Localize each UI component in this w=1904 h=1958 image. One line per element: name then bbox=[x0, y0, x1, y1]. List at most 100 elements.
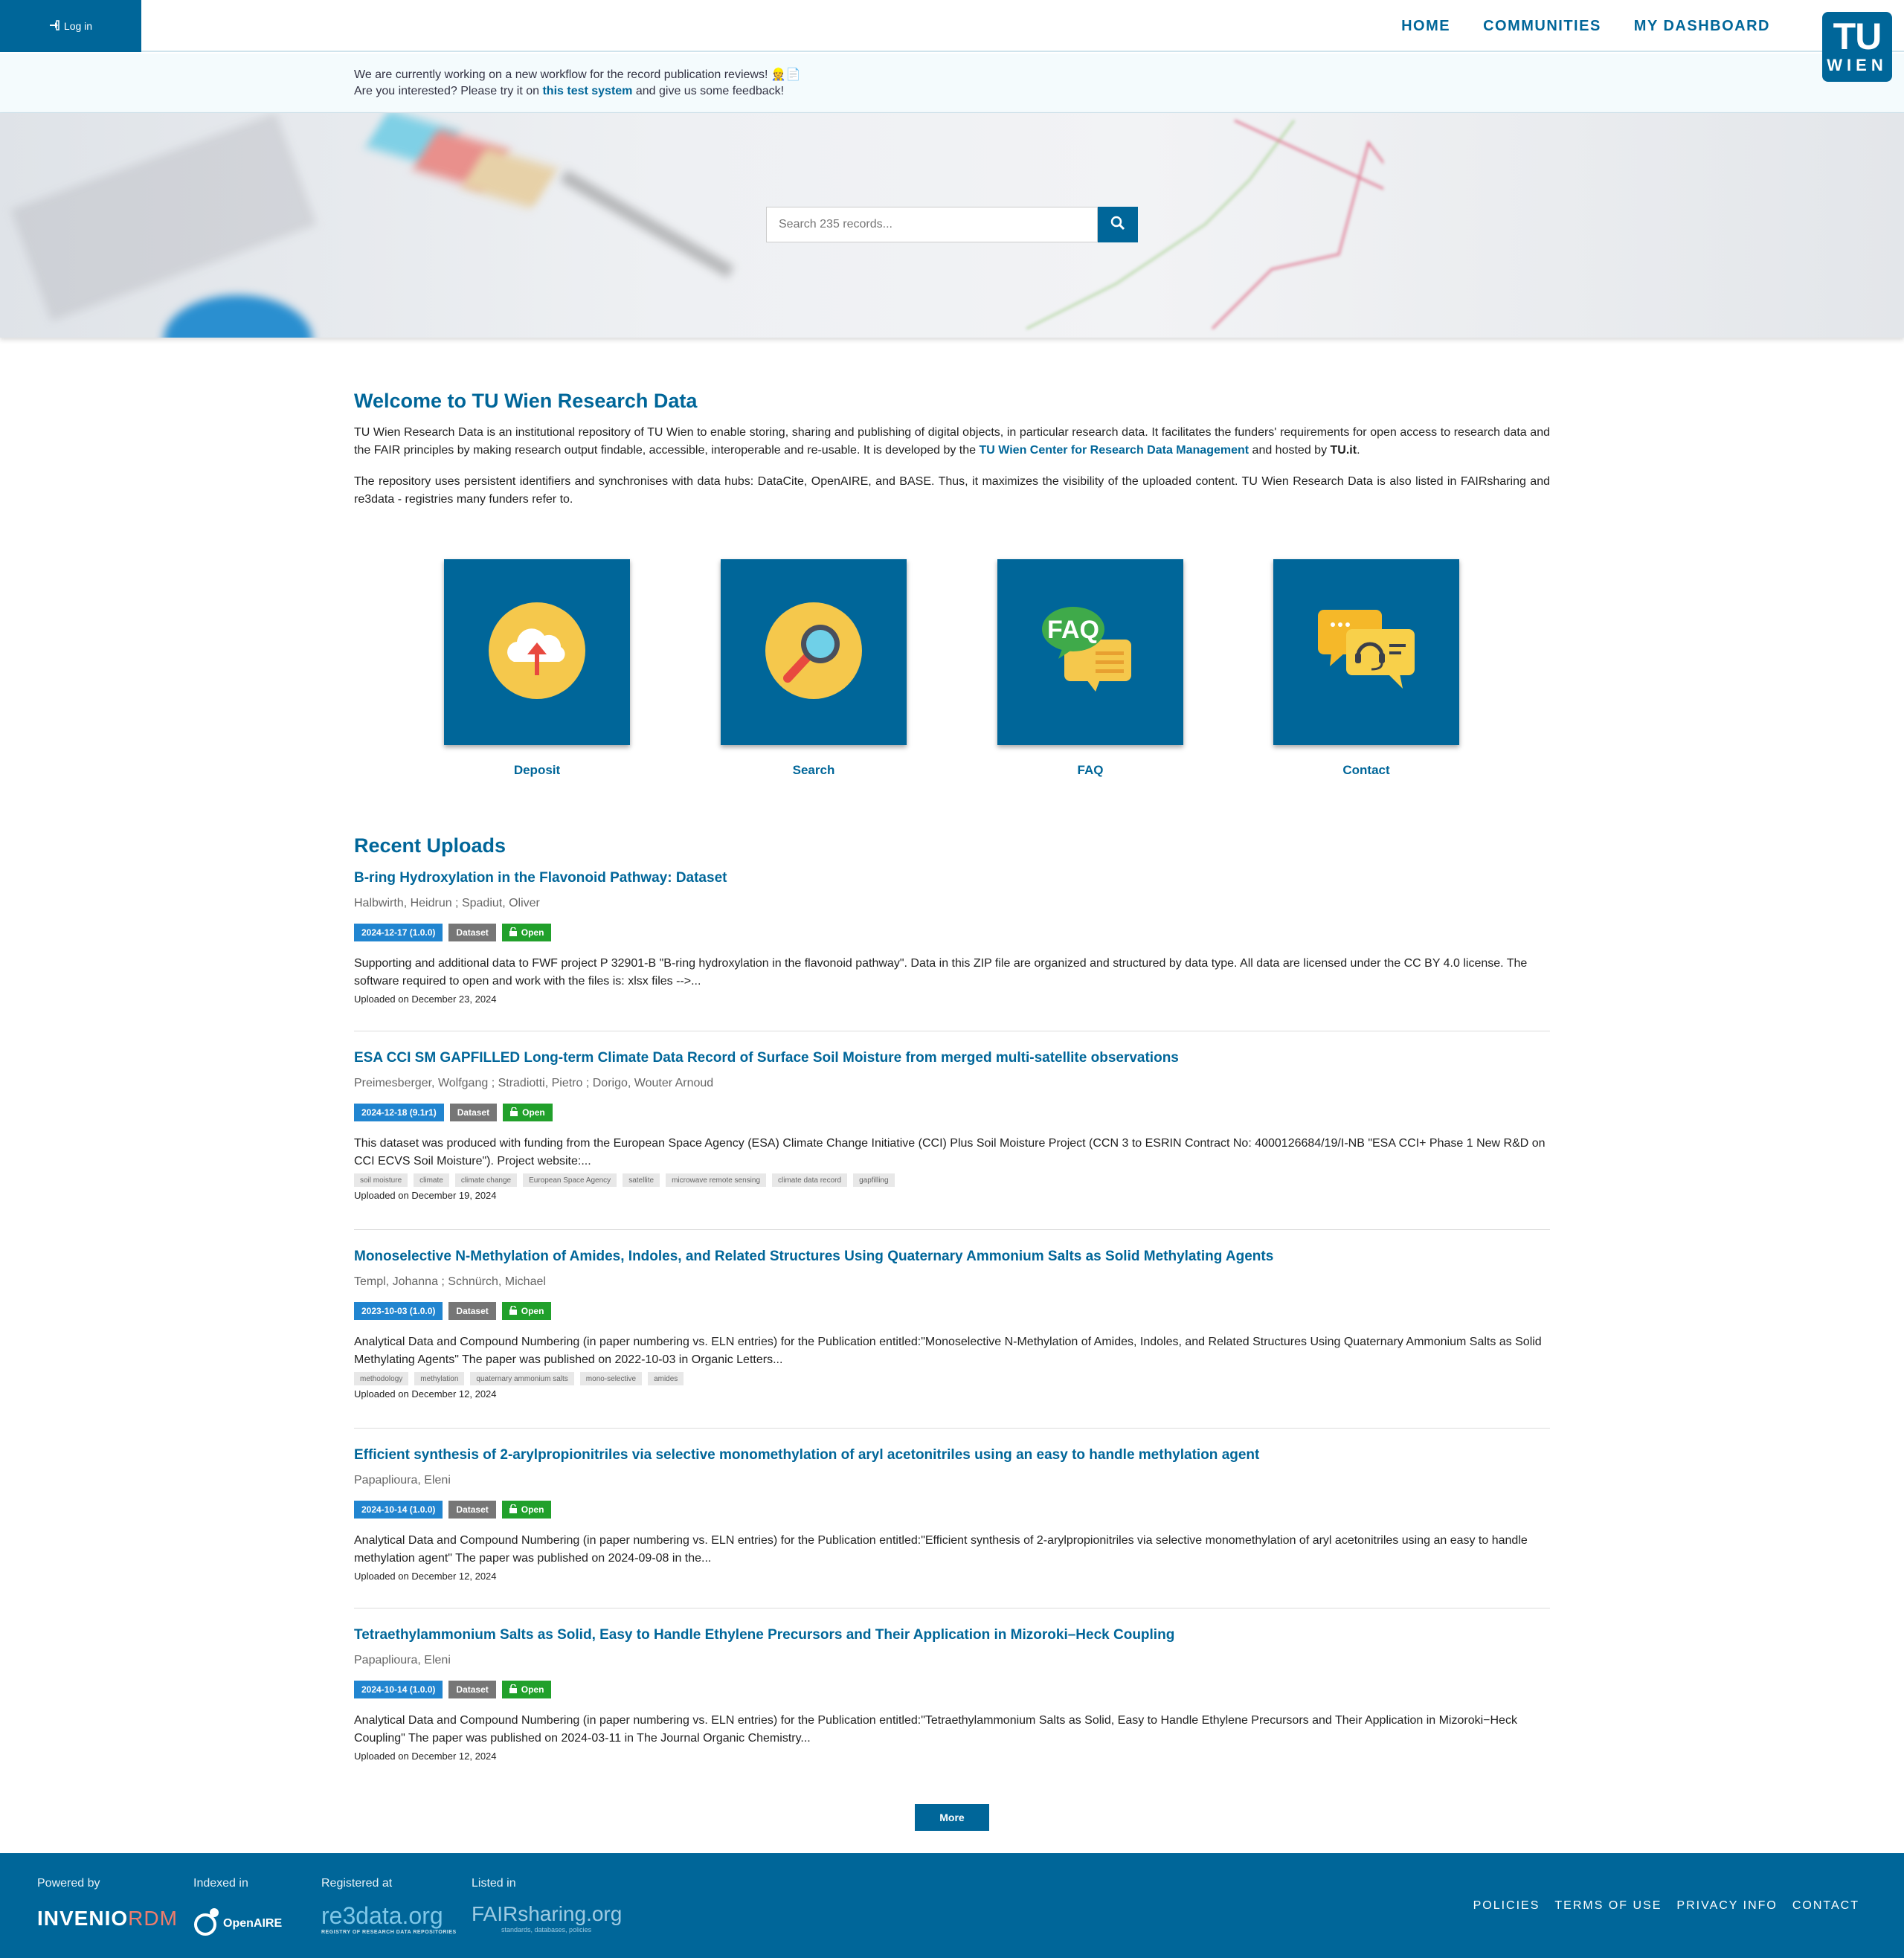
record-title[interactable]: Monoselective N-Methylation of Amides, I… bbox=[354, 1247, 1550, 1266]
nav-home[interactable]: HOME bbox=[1401, 18, 1450, 35]
keyword-tag[interactable]: methylation bbox=[414, 1372, 465, 1385]
record-authors: Preimesberger, Wolfgang ; Stradiotti, Pi… bbox=[354, 1077, 714, 1089]
welcome-p1-text-2: and hosted by bbox=[1249, 444, 1331, 457]
magnifier-icon bbox=[765, 602, 862, 703]
footer: Powered by INVENIORDM Indexed in OpenAIR… bbox=[0, 1853, 1904, 1958]
fairsharing-subtitle: standards, databases, policies bbox=[501, 1926, 592, 1933]
record-title[interactable]: Efficient synthesis of 2-arylpropionitri… bbox=[354, 1446, 1550, 1465]
main-nav: HOME COMMUNITIES MY DASHBOARD bbox=[1401, 0, 1770, 52]
indexed-in-caption: Indexed in bbox=[193, 1877, 248, 1890]
publication-date-badge: 2024-10-14 (1.0.0) bbox=[354, 1501, 443, 1519]
access-badge: Open bbox=[501, 1302, 552, 1320]
keyword-tag[interactable]: quaternary ammonium salts bbox=[470, 1372, 574, 1385]
tile-deposit[interactable] bbox=[444, 559, 630, 745]
keyword-tag[interactable]: methodology bbox=[354, 1372, 409, 1385]
access-label: Open bbox=[521, 927, 544, 938]
re3data-subtitle: REGISTRY OF RESEARCH DATA REPOSITORIES bbox=[321, 1930, 457, 1935]
tile-label-contact[interactable]: Contact bbox=[1273, 763, 1459, 778]
announcement-banner: We are currently working on a new workfl… bbox=[0, 54, 1904, 113]
hero-decor bbox=[559, 170, 735, 278]
tile-label-faq[interactable]: FAQ bbox=[997, 763, 1183, 778]
access-label: Open bbox=[521, 1306, 544, 1316]
search-button[interactable] bbox=[1098, 207, 1138, 242]
nav-communities[interactable]: COMMUNITIES bbox=[1483, 18, 1601, 35]
welcome-title: Welcome to TU Wien Research Data bbox=[354, 390, 698, 412]
tile-label-deposit[interactable]: Deposit bbox=[444, 763, 630, 778]
login-label: Log in bbox=[63, 20, 93, 32]
login-icon bbox=[49, 19, 60, 33]
keyword-tag[interactable]: mono-selective bbox=[579, 1372, 643, 1385]
fairsharing-logo[interactable]: FAIRsharing.org standards, databases, po… bbox=[472, 1902, 622, 1933]
re3data-logo[interactable]: re3data.org REGISTRY OF RESEARCH DATA RE… bbox=[321, 1902, 457, 1935]
access-badge: Open bbox=[503, 1104, 553, 1121]
welcome-paragraph-2: The repository uses persistent identifie… bbox=[354, 475, 1550, 506]
tu-wien-logo[interactable]: TU WIEN bbox=[1822, 12, 1892, 82]
resource-type-badge: Dataset bbox=[448, 924, 496, 941]
keyword-tag[interactable]: satellite bbox=[623, 1173, 660, 1187]
keyword-tag[interactable]: climate change bbox=[454, 1173, 518, 1187]
announcement-line-2: Are you interested? Please try it on thi… bbox=[354, 85, 784, 98]
keyword-tag[interactable]: gapfilling bbox=[853, 1173, 895, 1187]
record-keywords: methodology methylation quaternary ammoniu… bbox=[354, 1372, 1550, 1385]
footer-link-policies[interactable]: POLICIES bbox=[1473, 1899, 1540, 1913]
keyword-tag[interactable]: soil moisture bbox=[354, 1173, 408, 1187]
footer-link-contact[interactable]: CONTACT bbox=[1792, 1899, 1859, 1913]
footer-link-privacy[interactable]: PRIVACY INFO bbox=[1676, 1899, 1777, 1913]
tile-label-search[interactable]: Search bbox=[721, 763, 907, 778]
welcome-p1-text: TU Wien Research Data is an institutiona… bbox=[354, 426, 1550, 457]
record-item: Efficient synthesis of 2-arylpropionitri… bbox=[354, 1446, 1550, 1582]
record-authors: Papaplioura, Eleni bbox=[354, 1654, 451, 1666]
unlock-icon bbox=[509, 1683, 517, 1695]
registered-at-caption: Registered at bbox=[321, 1877, 393, 1890]
publication-date-badge: 2024-12-17 (1.0.0) bbox=[354, 924, 443, 941]
footer-listed-in: Listed in FAIRsharing.org standards, dat… bbox=[472, 1877, 622, 1933]
record-upload-date: Uploaded on December 19, 2024 bbox=[354, 1190, 497, 1201]
record-description: Analytical Data and Compound Numbering (… bbox=[354, 1336, 1542, 1366]
record-authors: Papaplioura, Eleni bbox=[354, 1474, 451, 1487]
search-input[interactable] bbox=[766, 207, 1098, 242]
record-item: Monoselective N-Methylation of Amides, I… bbox=[354, 1247, 1550, 1400]
more-button[interactable]: More bbox=[915, 1804, 989, 1831]
keyword-tag[interactable]: European Space Agency bbox=[523, 1173, 617, 1187]
tile-search[interactable] bbox=[721, 559, 907, 745]
faq-icon: FAQ bbox=[1042, 602, 1139, 703]
inveniordm-logo[interactable]: INVENIORDM bbox=[37, 1907, 178, 1930]
logo-top-text: TU bbox=[1833, 16, 1882, 57]
record-title[interactable]: ESA CCI SM GAPFILLED Long-term Climate D… bbox=[354, 1049, 1550, 1068]
nav-my-dashboard[interactable]: MY DASHBOARD bbox=[1634, 18, 1770, 35]
keyword-tag[interactable]: amides bbox=[648, 1372, 684, 1385]
top-navbar: Log in HOME COMMUNITIES MY DASHBOARD bbox=[0, 0, 1904, 52]
record-upload-date: Uploaded on December 12, 2024 bbox=[354, 1571, 497, 1582]
login-button[interactable]: Log in bbox=[0, 0, 141, 52]
announcement-line-1: We are currently working on a new workfl… bbox=[354, 68, 801, 81]
record-keywords: soil moisture climate climate change Europe… bbox=[354, 1173, 1550, 1187]
keyword-tag[interactable]: microwave remote sensing bbox=[666, 1173, 767, 1187]
record-authors: Templ, Johanna ; Schnürch, Michael bbox=[354, 1275, 546, 1288]
hero-decor bbox=[10, 113, 317, 322]
record-title[interactable]: Tetraethylammonium Salts as Solid, Easy … bbox=[354, 1626, 1550, 1645]
faq-icon-text: FAQ bbox=[1047, 616, 1099, 644]
record-description: Analytical Data and Compound Numbering (… bbox=[354, 1534, 1528, 1565]
support-chat-icon bbox=[1318, 602, 1415, 703]
unlock-icon bbox=[509, 926, 517, 938]
listed-in-caption: Listed in bbox=[472, 1877, 516, 1890]
search-icon bbox=[1110, 216, 1125, 234]
record-item: Tetraethylammonium Salts as Solid, Easy … bbox=[354, 1626, 1550, 1762]
keyword-tag[interactable]: climate bbox=[414, 1173, 449, 1187]
publication-date-badge: 2024-12-18 (9.1r1) bbox=[354, 1104, 444, 1121]
crdm-link[interactable]: TU Wien Center for Research Data Managem… bbox=[979, 444, 1249, 457]
footer-link-terms[interactable]: TERMS OF USE bbox=[1554, 1899, 1662, 1913]
test-system-link[interactable]: this test system bbox=[542, 85, 632, 97]
tile-faq[interactable]: FAQ bbox=[997, 559, 1183, 745]
record-divider bbox=[354, 1428, 1550, 1429]
resource-type-badge: Dataset bbox=[448, 1302, 496, 1320]
record-badges: 2024-10-14 (1.0.0) Dataset Open bbox=[354, 1501, 1550, 1519]
keyword-tag[interactable]: climate data record bbox=[772, 1173, 848, 1187]
welcome-paragraph-1: TU Wien Research Data is an institutiona… bbox=[354, 424, 1550, 460]
access-label: Open bbox=[522, 1107, 545, 1118]
tile-contact[interactable] bbox=[1273, 559, 1459, 745]
unlock-icon bbox=[510, 1106, 518, 1118]
openaire-logo[interactable]: OpenAIRE bbox=[193, 1907, 282, 1940]
resource-type-badge: Dataset bbox=[448, 1501, 496, 1519]
record-title[interactable]: B-ring Hydroxylation in the Flavonoid Pa… bbox=[354, 869, 1550, 888]
